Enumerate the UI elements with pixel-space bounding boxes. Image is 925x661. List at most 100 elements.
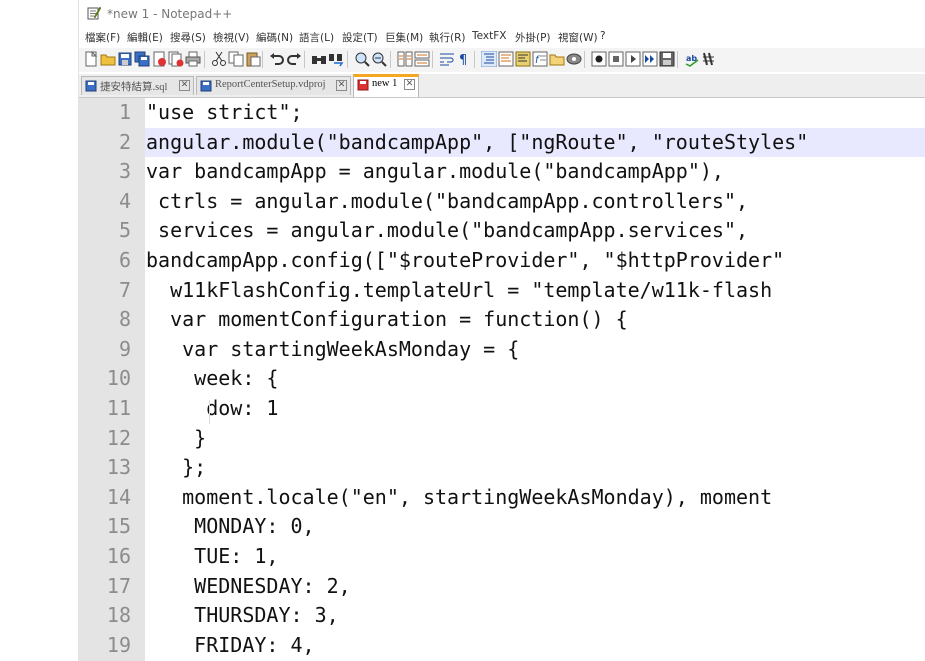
tab-close-icon[interactable]: ✕ (336, 80, 347, 91)
menu-plugins[interactable]: 外掛(P) (515, 30, 551, 45)
menu-settings[interactable]: 設定(T) (342, 30, 378, 45)
line-text: moment.locale("en", startingWeekAsMonday… (146, 484, 773, 509)
menu-window[interactable]: 視窗(W) (558, 30, 598, 45)
line-number: 6 (118, 248, 131, 272)
line-number: 13 (106, 455, 131, 480)
undo-button[interactable] (269, 51, 285, 67)
redo-icon (287, 53, 301, 65)
indent-guide-button[interactable] (480, 50, 498, 68)
run-macro-multiple-button[interactable] (642, 51, 658, 67)
code-line[interactable]: 16 TUE: 1, (79, 542, 925, 572)
word-wrap-button[interactable] (439, 51, 455, 67)
tab-label: new 1 (372, 78, 398, 89)
paste-button[interactable] (245, 51, 261, 67)
code-line[interactable]: 8 var momentConfiguration = function() { (79, 305, 925, 335)
line-text: MONDAY: 0, (146, 514, 315, 539)
menu-help[interactable]: ? (600, 30, 606, 42)
desktop-left-area (0, 0, 78, 661)
code-line[interactable]: 3 var bandcampApp = angular.module("bandc… (79, 157, 925, 187)
open-file-button[interactable] (100, 51, 116, 67)
document-map-button[interactable] (515, 51, 531, 67)
copy-button[interactable] (228, 51, 244, 67)
line-number: 16 (106, 544, 131, 568)
close-button[interactable] (151, 51, 167, 67)
code-line[interactable]: 11 dow: 1 (79, 394, 925, 424)
code-line[interactable]: 7 w11kFlashConfig.templateUrl = "templat… (79, 276, 925, 306)
show-all-chars-button[interactable]: ¶ (456, 51, 472, 68)
menu-run[interactable]: 執行(R) (429, 30, 466, 45)
code-line[interactable]: 15 MONDAY: 0, (79, 512, 925, 542)
play-macro-button[interactable] (625, 51, 641, 67)
line-number: 8 (118, 307, 131, 332)
print-button[interactable] (185, 51, 201, 67)
spell-check-button[interactable]: ab (684, 51, 700, 67)
word-wrap-icon (440, 53, 454, 66)
monitoring-button[interactable] (566, 51, 582, 67)
new-file-button[interactable] (83, 50, 99, 67)
zoom-in-button[interactable] (354, 51, 370, 67)
menu-macro[interactable]: 巨集(M) (385, 30, 423, 45)
menu-view[interactable]: 檢視(V) (213, 30, 249, 45)
sync-vertical-icon (397, 51, 413, 67)
svg-text:¶: ¶ (459, 53, 467, 67)
indent-guide-icon (480, 50, 498, 68)
close-all-icon (168, 51, 184, 67)
find-button[interactable] (311, 51, 327, 67)
menu-edit[interactable]: 編輯(E) (127, 30, 163, 45)
menu-file[interactable]: 檔案(F) (85, 30, 120, 45)
cut-button[interactable] (211, 51, 227, 67)
line-text: ctrls = angular.module("bandcampApp.cont… (146, 188, 749, 213)
stop-macro-button[interactable] (608, 51, 624, 67)
line-text: TUE: 1, (146, 544, 279, 568)
menu-textfx[interactable]: TextFX (472, 30, 506, 42)
redo-button[interactable] (286, 51, 302, 67)
close-icon (153, 51, 166, 67)
tab-close-icon[interactable]: ✕ (404, 79, 415, 90)
code-line[interactable]: 17 WEDNESDAY: 2, (79, 572, 925, 602)
cut-icon (212, 51, 226, 66)
replace-button[interactable] (328, 51, 344, 67)
toolbar-separator (432, 51, 433, 68)
menu-encoding[interactable]: 編碼(N) (256, 30, 293, 45)
code-line[interactable]: 13 }; (79, 453, 925, 483)
tab-new-1[interactable]: new 1 ✕ (353, 74, 419, 97)
zoom-out-button[interactable] (371, 51, 387, 67)
tab-report-center-setup[interactable]: ReportCenterSetup.vdproj ✕ (196, 76, 351, 95)
line-number: 10 (106, 366, 131, 391)
code-line[interactable]: 5 services = angular.module("bandcampApp… (79, 216, 925, 246)
sync-vertical-button[interactable] (397, 51, 413, 67)
spell-options-button[interactable] (701, 51, 717, 67)
line-number: 2 (118, 129, 131, 154)
close-all-button[interactable] (168, 51, 184, 67)
record-macro-button[interactable] (591, 51, 607, 67)
code-line[interactable]: 19 FRIDAY: 4, (79, 631, 925, 661)
editor-area[interactable]: 1 "use strict"; 2 angular.module("bandcampA… (79, 98, 925, 661)
toolbar-separator (262, 51, 263, 68)
menu-language[interactable]: 語言(L) (299, 30, 334, 45)
code-line[interactable]: 1 "use strict"; (79, 98, 925, 128)
tab-sql-file[interactable]: 捷安特結算.sql ✕ (81, 76, 194, 95)
save-button[interactable] (117, 51, 133, 67)
line-number: 14 (106, 484, 131, 509)
folder-workspace-button[interactable] (549, 51, 565, 67)
code-line[interactable]: 12 } (79, 424, 925, 454)
save-all-button[interactable] (134, 51, 150, 67)
menu-search[interactable]: 搜尋(S) (170, 30, 206, 45)
user-language-button[interactable] (498, 51, 514, 67)
line-text: bandcampApp.config(["$routeProvider", "$… (146, 248, 785, 272)
zoom-out-icon (372, 52, 387, 67)
sync-horizontal-button[interactable] (414, 51, 430, 67)
code-line[interactable]: 10 week: { (79, 364, 925, 394)
line-text: var startingWeekAsMonday = { (146, 336, 520, 361)
function-list-button[interactable]: f (532, 51, 548, 67)
code-line[interactable]: 18 THURSDAY: 3, (79, 601, 925, 631)
line-number: 4 (118, 188, 131, 213)
window-title: *new 1 - Notepad++ (107, 7, 233, 21)
tab-close-icon[interactable]: ✕ (179, 80, 190, 91)
code-line[interactable]: 4 ctrls = angular.module("bandcampApp.co… (79, 187, 925, 217)
save-macro-button[interactable] (659, 51, 675, 67)
code-line[interactable]: 6 bandcampApp.config(["$routeProvider", "… (79, 246, 925, 276)
code-line[interactable]: 9 var startingWeekAsMonday = { (79, 335, 925, 365)
code-line[interactable]: 14 moment.locale("en", startingWeekAsMon… (79, 483, 925, 513)
code-line[interactable]: 2 angular.module("bandcampApp", ["ngRoute… (79, 127, 925, 158)
